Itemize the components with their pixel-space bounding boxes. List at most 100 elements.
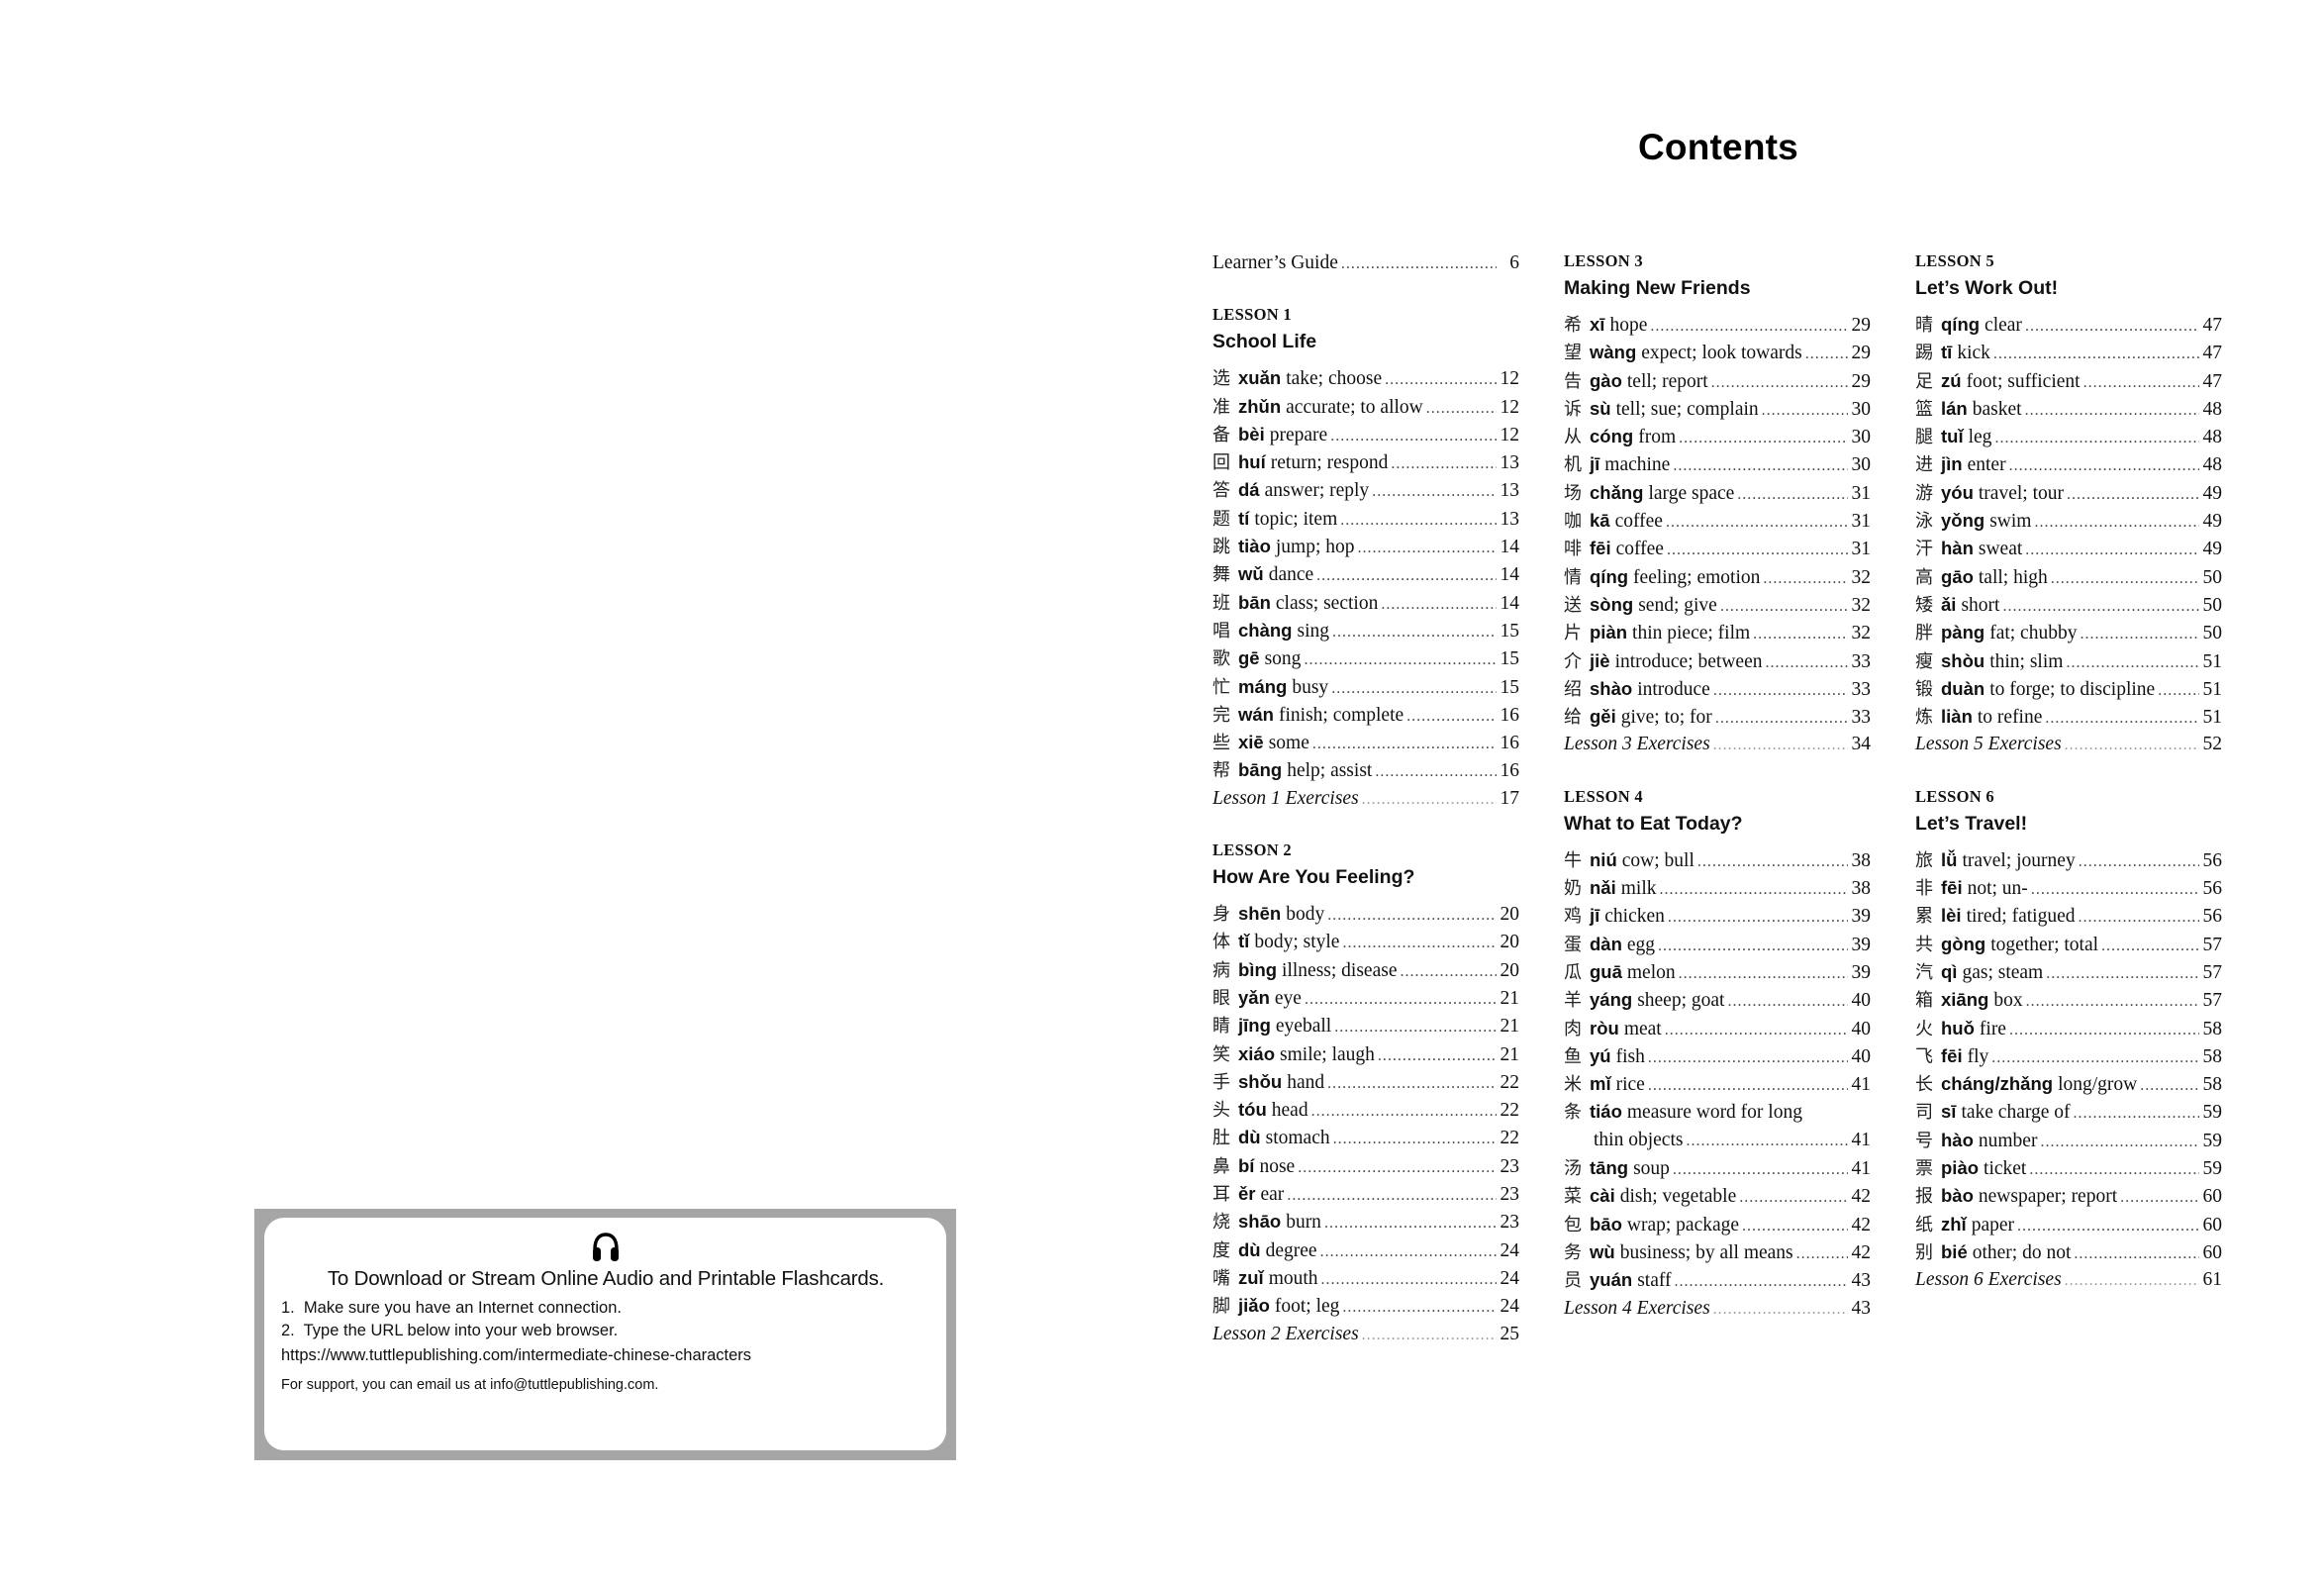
toc-entry[interactable]: 火 huǒfire 58 [1915, 1015, 2222, 1042]
toc-entry[interactable]: 给 gěigive; to; for 33 [1564, 703, 1871, 731]
toc-entry[interactable]: 汗 hànsweat 49 [1915, 535, 2222, 562]
toc-entry[interactable]: 务 wùbusiness; by all means 42 [1564, 1238, 1871, 1266]
toc-entry[interactable]: 场 chǎnglarge space 31 [1564, 479, 1871, 507]
toc-entry[interactable]: 票 piàoticket 59 [1915, 1154, 2222, 1182]
toc-entry[interactable]: 锻 duànto forge; to discipline 51 [1915, 675, 2222, 703]
toc-entry[interactable]: 箱 xiāngbox 57 [1915, 986, 2222, 1014]
toc-entry[interactable]: 度 dùdegree 24 [1212, 1236, 1519, 1264]
toc-entry[interactable]: 高 gāotall; high 50 [1915, 563, 2222, 591]
toc-entry[interactable]: 准 zhǔnaccurate; to allow 12 [1212, 393, 1519, 421]
toc-entry[interactable]: 晴 qíngclear 47 [1915, 311, 2222, 339]
toc-entry[interactable]: 司 sītake charge of 59 [1915, 1098, 2222, 1126]
toc-entry[interactable]: 眼 yǎneye 21 [1212, 984, 1519, 1012]
toc-entry-learners-guide[interactable]: Learner’s Guide 6 [1212, 249, 1519, 277]
toc-entry[interactable]: 帮 bānghelp; assist 16 [1212, 756, 1519, 784]
toc-entry[interactable]: 身 shēnbody 20 [1212, 900, 1519, 928]
toc-entry-exercises[interactable]: Lesson 6 Exercises 61 [1915, 1266, 2222, 1294]
toc-entry-exercises[interactable]: Lesson 5 Exercises 52 [1915, 731, 2222, 758]
toc-entry[interactable]: 纸 zhǐpaper 60 [1915, 1211, 2222, 1238]
toc-entry[interactable]: 备 bèiprepare 12 [1212, 421, 1519, 448]
toc-entry[interactable]: 鱼 yúfish 40 [1564, 1042, 1871, 1070]
toc-entry[interactable]: 头 tóuhead 22 [1212, 1096, 1519, 1124]
toc-entry[interactable]: 累 lèitired; fatigued 56 [1915, 902, 2222, 930]
toc-entry[interactable]: 耳 ěrear 23 [1212, 1180, 1519, 1208]
toc-entry[interactable]: 汤 tāngsoup 41 [1564, 1154, 1871, 1182]
toc-entry[interactable]: 嘴 zuǐmouth 24 [1212, 1264, 1519, 1292]
toc-entry[interactable]: 条 tiáo measure word for long [1564, 1098, 1871, 1126]
toc-entry[interactable]: 机 jīmachine 30 [1564, 450, 1871, 478]
toc-entry-exercises[interactable]: Lesson 2 Exercises 25 [1212, 1321, 1519, 1348]
toc-entry[interactable]: 完 wánfinish; complete 16 [1212, 701, 1519, 729]
toc-entry[interactable]: 笑 xiáosmile; laugh 21 [1212, 1040, 1519, 1068]
toc-entry[interactable]: 望 wàngexpect; look towards 29 [1564, 339, 1871, 366]
dot-leader [1340, 507, 1497, 535]
toc-entry[interactable]: 从 cóngfrom 30 [1564, 423, 1871, 450]
toc-entry[interactable]: 矮 ǎishort 50 [1915, 591, 2222, 619]
toc-entry[interactable]: 些 xiēsome 16 [1212, 729, 1519, 756]
toc-entry[interactable]: 忙 mángbusy 15 [1212, 673, 1519, 701]
toc-entry[interactable]: 烧 shāoburn 23 [1212, 1208, 1519, 1236]
toc-entry[interactable]: 告 gàotell; report 29 [1564, 367, 1871, 395]
toc-entry[interactable]: 情 qíngfeeling; emotion 32 [1564, 563, 1871, 591]
toc-entry[interactable]: 别 biéother; do not 60 [1915, 1238, 2222, 1266]
toc-entry[interactable]: 诉 sùtell; sue; complain 30 [1564, 395, 1871, 423]
toc-entry[interactable]: 炼 liànto refine 51 [1915, 703, 2222, 731]
toc-entry[interactable]: 送 sòngsend; give 32 [1564, 591, 1871, 619]
toc-entry[interactable]: 瘦 shòuthin; slim 51 [1915, 647, 2222, 675]
toc-entry[interactable]: 瓜 guāmelon 39 [1564, 958, 1871, 986]
toc-entry[interactable]: 肚 dùstomach 22 [1212, 1124, 1519, 1151]
toc-entry[interactable]: 答 dáanswer; reply 13 [1212, 476, 1519, 504]
toc-entry[interactable]: 进 jìnenter 48 [1915, 450, 2222, 478]
toc-entry[interactable]: 菜 càidish; vegetable 42 [1564, 1182, 1871, 1210]
toc-entry[interactable]: 踢 tīkick 47 [1915, 339, 2222, 366]
toc-entry[interactable]: 鸡 jīchicken 39 [1564, 902, 1871, 930]
toc-entry[interactable]: 题 títopic; item 13 [1212, 505, 1519, 533]
toc-entry[interactable]: 篮 lánbasket 48 [1915, 395, 2222, 423]
toc-entry[interactable]: 脚 jiǎofoot; leg 24 [1212, 1292, 1519, 1320]
toc-entry[interactable]: 舞 wǔdance 14 [1212, 560, 1519, 588]
toc-entry[interactable]: 班 bānclass; section 14 [1212, 589, 1519, 617]
toc-entry[interactable]: 睛 jīngeyeball 21 [1212, 1012, 1519, 1039]
toc-entry[interactable]: 羊 yángsheep; goat 40 [1564, 986, 1871, 1014]
toc-entry[interactable]: 病 bìngillness; disease 20 [1212, 956, 1519, 984]
toc-entry[interactable]: 肉 ròumeat 40 [1564, 1015, 1871, 1042]
toc-entry[interactable]: 手 shǒuhand 22 [1212, 1068, 1519, 1096]
toc-entry[interactable]: 选 xuǎntake; choose 12 [1212, 364, 1519, 392]
toc-entry[interactable]: 足 zúfoot; sufficient 47 [1915, 367, 2222, 395]
toc-entry[interactable]: 歌 gēsong 15 [1212, 644, 1519, 672]
toc-entry[interactable]: 腿 tuǐleg 48 [1915, 423, 2222, 450]
toc-entry[interactable]: 报 bàonewspaper; report 60 [1915, 1182, 2222, 1210]
toc-entry[interactable]: 啡 fēicoffee 31 [1564, 535, 1871, 562]
toc-entry[interactable]: 长 cháng/zhǎnglong/grow 58 [1915, 1070, 2222, 1098]
toc-entry[interactable]: 奶 nǎimilk 38 [1564, 874, 1871, 902]
toc-entry-exercises[interactable]: Lesson 1 Exercises 17 [1212, 785, 1519, 813]
toc-entry[interactable]: 游 yóutravel; tour 49 [1915, 479, 2222, 507]
toc-entry-continuation[interactable]: thin objects 41 [1564, 1127, 1871, 1154]
toc-entry[interactable]: 旅 lǚtravel; journey 56 [1915, 846, 2222, 874]
toc-entry[interactable]: 米 mǐrice 41 [1564, 1070, 1871, 1098]
toc-entry[interactable]: 牛 niúcow; bull 38 [1564, 846, 1871, 874]
toc-entry[interactable]: 号 hàonumber 59 [1915, 1127, 2222, 1154]
toc-entry[interactable]: 胖 pàngfat; chubby 50 [1915, 619, 2222, 646]
toc-entry[interactable]: 片 piànthin piece; film 32 [1564, 619, 1871, 646]
toc-entry[interactable]: 希 xīhope 29 [1564, 311, 1871, 339]
toc-entry[interactable]: 回 huíreturn; respond 13 [1212, 448, 1519, 476]
toc-entry[interactable]: 共 gòngtogether; total 57 [1915, 931, 2222, 958]
toc-entry[interactable]: 非 fēinot; un- 56 [1915, 874, 2222, 902]
toc-entry[interactable]: 鼻 bínose 23 [1212, 1152, 1519, 1180]
audio-url-link[interactable]: https://www.tuttlepublishing.com/interme… [281, 1346, 930, 1365]
toc-entry[interactable]: 泳 yǒngswim 49 [1915, 507, 2222, 535]
toc-entry-exercises[interactable]: Lesson 3 Exercises 34 [1564, 731, 1871, 758]
toc-entry[interactable]: 介 jièintroduce; between 33 [1564, 647, 1871, 675]
toc-entry-exercises[interactable]: Lesson 4 Exercises 43 [1564, 1295, 1871, 1323]
toc-entry[interactable]: 蛋 dànegg 39 [1564, 931, 1871, 958]
toc-entry[interactable]: 咖 kācoffee 31 [1564, 507, 1871, 535]
toc-entry[interactable]: 绍 shàointroduce 33 [1564, 675, 1871, 703]
toc-entry[interactable]: 跳 tiàojump; hop 14 [1212, 533, 1519, 560]
toc-entry[interactable]: 汽 qìgas; steam 57 [1915, 958, 2222, 986]
toc-entry[interactable]: 体 tǐbody; style 20 [1212, 928, 1519, 955]
toc-entry[interactable]: 飞 fēifly 58 [1915, 1042, 2222, 1070]
toc-entry[interactable]: 包 bāowrap; package 42 [1564, 1211, 1871, 1238]
toc-entry[interactable]: 唱 chàngsing 15 [1212, 617, 1519, 644]
toc-entry[interactable]: 员 yuánstaff 43 [1564, 1266, 1871, 1294]
